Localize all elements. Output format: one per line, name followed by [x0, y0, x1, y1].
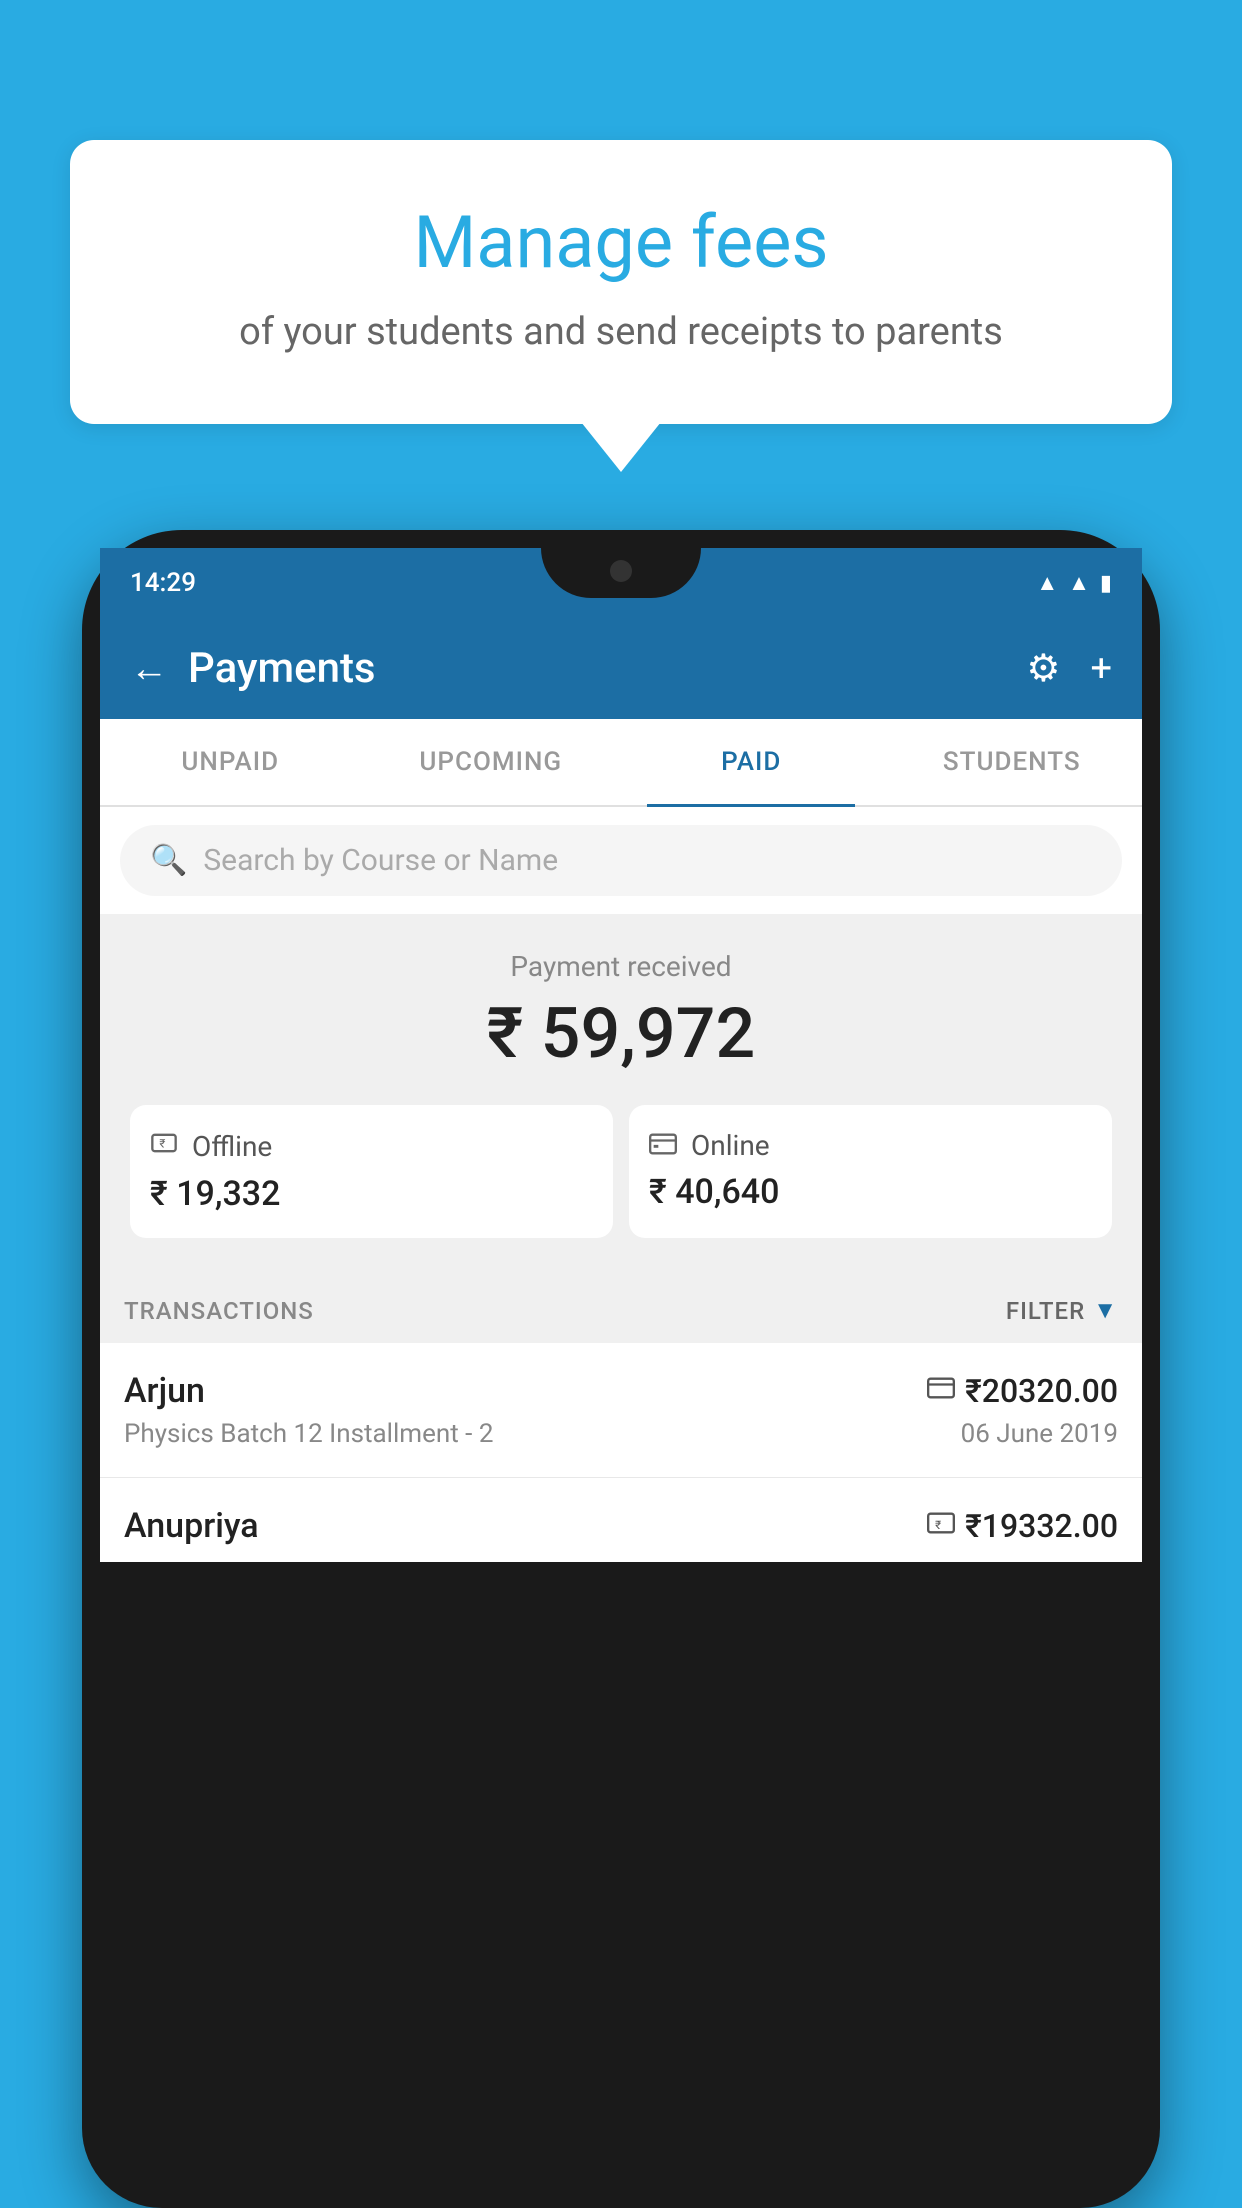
tab-unpaid[interactable]: UNPAID — [100, 719, 361, 805]
transactions-header: TRANSACTIONS FILTER ▼ — [100, 1268, 1142, 1343]
signal-icon: ▲ — [1068, 570, 1090, 596]
page-title: Payments — [188, 644, 1006, 693]
tab-paid[interactable]: PAID — [621, 719, 882, 805]
offline-card-header: ₹ Offline — [150, 1129, 593, 1164]
transaction-amount-wrap-2: ₹ ₹19332.00 — [927, 1507, 1118, 1545]
transaction-row-partial[interactable]: Anupriya ₹ ₹19332.00 — [100, 1478, 1142, 1562]
search-container: 🔍 Search by Course or Name — [100, 807, 1142, 914]
search-bar[interactable]: 🔍 Search by Course or Name — [120, 825, 1122, 896]
offline-label: Offline — [192, 1130, 272, 1163]
app-header: ← Payments ⚙ + — [100, 618, 1142, 719]
transaction-amount-2: ₹19332.00 — [965, 1507, 1118, 1545]
tab-students[interactable]: STUDENTS — [882, 719, 1143, 805]
transaction-description: Physics Batch 12 Installment - 2 — [124, 1419, 493, 1449]
online-card-header: Online — [649, 1129, 1092, 1162]
svg-text:₹: ₹ — [935, 1518, 941, 1532]
transaction-amount: ₹20320.00 — [965, 1372, 1118, 1410]
transaction-type-icon-offline: ₹ — [927, 1511, 955, 1541]
add-icon[interactable]: + — [1090, 647, 1112, 691]
wifi-icon: ▲ — [1036, 570, 1058, 596]
tab-upcoming[interactable]: UPCOMING — [361, 719, 622, 805]
filter-label: FILTER — [1006, 1297, 1085, 1325]
payment-received-amount: ₹ 59,972 — [120, 993, 1122, 1075]
settings-icon[interactable]: ⚙ — [1026, 646, 1060, 691]
tabs-container: UNPAID UPCOMING PAID STUDENTS — [100, 719, 1142, 807]
status-bar: 14:29 ▲ ▲ ▮ — [100, 548, 1142, 618]
search-icon: 🔍 — [150, 843, 187, 878]
online-label: Online — [691, 1129, 770, 1162]
status-icons: ▲ ▲ ▮ — [1036, 570, 1112, 596]
transaction-row-top: Arjun ₹20320.00 — [124, 1371, 1118, 1411]
online-card: Online ₹ 40,640 — [629, 1105, 1112, 1238]
transaction-row-bottom: Physics Batch 12 Installment - 2 06 June… — [124, 1419, 1118, 1449]
transaction-amount-wrap: ₹20320.00 — [927, 1372, 1118, 1410]
offline-amount: ₹ 19,332 — [150, 1174, 593, 1214]
transaction-row[interactable]: Arjun ₹20320.00 Physics Batch 12 — [100, 1343, 1142, 1478]
transaction-date: 06 June 2019 — [961, 1419, 1118, 1449]
status-time: 14:29 — [130, 568, 196, 598]
transactions-label: TRANSACTIONS — [124, 1297, 314, 1325]
phone-screen: ← Payments ⚙ + UNPAID UPCOMING PAID STUD… — [100, 618, 1142, 1562]
transaction-row-top-2: Anupriya ₹ ₹19332.00 — [124, 1506, 1118, 1546]
offline-icon: ₹ — [150, 1129, 178, 1164]
svg-text:₹: ₹ — [159, 1137, 165, 1151]
tooltip-subtitle: of your students and send receipts to pa… — [140, 310, 1102, 354]
phone-frame: 14:29 ▲ ▲ ▮ ← Payments ⚙ + — [82, 530, 1160, 2208]
online-amount: ₹ 40,640 — [649, 1172, 1092, 1212]
payment-received-label: Payment received — [120, 950, 1122, 983]
offline-card: ₹ Offline ₹ 19,332 — [130, 1105, 613, 1238]
battery-icon: ▮ — [1100, 571, 1112, 596]
filter-icon: ▼ — [1093, 1296, 1118, 1325]
payment-cards: ₹ Offline ₹ 19,332 — [120, 1105, 1122, 1238]
camera-notch — [610, 560, 632, 582]
tooltip-card: Manage fees of your students and send re… — [70, 140, 1172, 424]
transaction-name-2: Anupriya — [124, 1506, 259, 1546]
tooltip-title: Manage fees — [140, 200, 1102, 286]
header-actions: ⚙ + — [1026, 646, 1112, 691]
transaction-type-icon-online — [927, 1376, 955, 1406]
search-placeholder-text: Search by Course or Name — [203, 843, 558, 878]
filter-button[interactable]: FILTER ▼ — [1006, 1296, 1118, 1325]
back-button[interactable]: ← — [130, 647, 168, 691]
online-icon — [649, 1129, 677, 1162]
payment-received-section: Payment received ₹ 59,972 ₹ — [100, 914, 1142, 1268]
transaction-name: Arjun — [124, 1371, 205, 1411]
